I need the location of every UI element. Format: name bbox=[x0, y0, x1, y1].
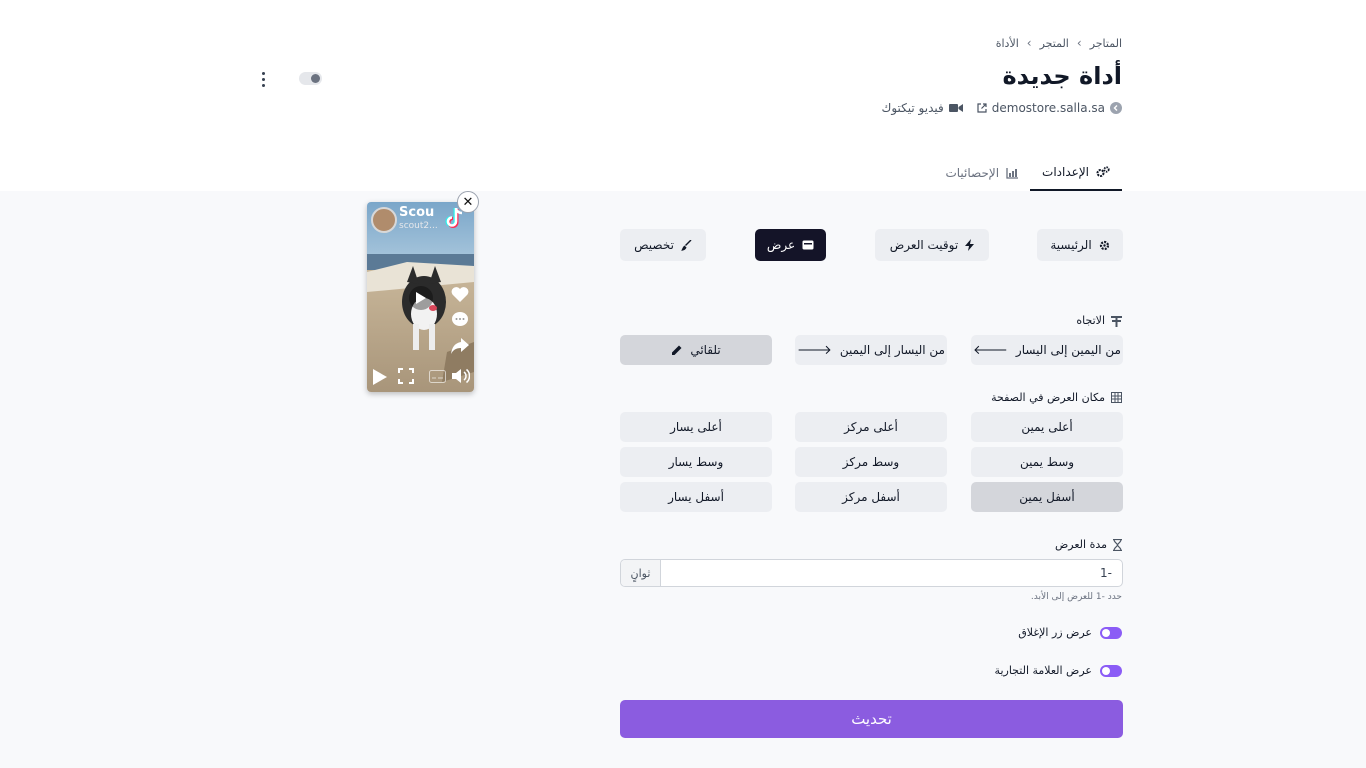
position-top-left[interactable]: أعلى يسار bbox=[620, 412, 772, 442]
breadcrumb-item-tool: الأداة bbox=[995, 36, 1019, 50]
tab-settings-label: الإعدادات bbox=[1042, 165, 1089, 179]
page-title: أداة جديدة bbox=[1002, 62, 1123, 90]
position-mid-center-label: وسط مركز bbox=[842, 455, 900, 469]
video-type-label: فيديو تيكتوك bbox=[881, 101, 944, 115]
direction-rtl-option[interactable]: من اليمين إلى اليسار 🡐 bbox=[971, 335, 1123, 365]
position-bottom-right[interactable]: أسفل يمين bbox=[971, 482, 1123, 512]
direction-label: الاتجاه bbox=[1076, 314, 1122, 327]
direction-auto-label: تلقائي bbox=[690, 343, 721, 357]
chevron-left-icon: › bbox=[1026, 36, 1032, 50]
position-bottom-center-label: أسفل مركز bbox=[842, 490, 900, 504]
store-link-text: demostore.salla.sa bbox=[991, 101, 1105, 115]
main-section-button[interactable]: الرئيسية bbox=[1037, 229, 1123, 261]
direction-auto-option[interactable]: تلقائي bbox=[620, 335, 772, 365]
tab-statistics-label: الإحصائيات bbox=[945, 166, 1000, 180]
duration-hint: حدد -1 للعرض إلى الأبد. bbox=[1030, 592, 1122, 602]
customize-section-label: تخصيص bbox=[634, 238, 674, 252]
chevron-left-icon: › bbox=[1076, 36, 1082, 50]
play-icon[interactable] bbox=[373, 369, 387, 385]
play-center-icon[interactable] bbox=[409, 286, 433, 310]
duration-unit: ثوانٍ bbox=[621, 560, 661, 586]
customize-section-button[interactable]: تخصيص bbox=[620, 229, 706, 261]
chart-icon bbox=[1006, 167, 1019, 179]
position-label: مكان العرض في الصفحة bbox=[991, 391, 1122, 404]
status-toggle[interactable] bbox=[299, 72, 322, 85]
hourglass-icon bbox=[1113, 538, 1122, 551]
video-type: فيديو تيكتوك bbox=[881, 101, 963, 115]
share-icon[interactable] bbox=[451, 338, 469, 354]
close-button-toggle-label: عرض زر الإغلاق bbox=[1018, 626, 1092, 639]
position-mid-center[interactable]: وسط مركز bbox=[795, 447, 947, 477]
kebab-menu-icon[interactable] bbox=[256, 70, 270, 88]
fullscreen-icon[interactable] bbox=[398, 368, 414, 384]
video-preview[interactable]: Scou scout2... bbox=[367, 202, 474, 392]
tab-statistics[interactable]: الإحصائيات bbox=[933, 155, 1030, 191]
comment-icon[interactable] bbox=[451, 312, 469, 328]
position-bottom-left[interactable]: أسفل يسار bbox=[620, 482, 772, 512]
bolt-icon bbox=[965, 239, 975, 251]
grid-icon bbox=[1111, 392, 1122, 403]
preview-username: Scou bbox=[399, 205, 435, 220]
content-area bbox=[0, 191, 1366, 768]
external-link-icon bbox=[977, 103, 987, 113]
display-section-button[interactable]: عرض bbox=[755, 229, 826, 261]
position-mid-right-label: وسط يمين bbox=[1019, 455, 1075, 469]
signpost-icon bbox=[1111, 315, 1122, 327]
close-icon[interactable]: ✕ bbox=[457, 191, 479, 213]
direction-rtl-label: من اليمين إلى اليسار bbox=[1015, 343, 1121, 357]
meta-row: demostore.salla.sa فيديو تيكتوك bbox=[881, 101, 1122, 115]
duration-field: ثوانٍ bbox=[620, 559, 1123, 587]
arrow-right-icon: 🡒 bbox=[797, 343, 832, 358]
position-top-right[interactable]: أعلى يمين bbox=[971, 412, 1123, 442]
breadcrumb: المتاجر › المتجر › الأداة bbox=[996, 36, 1122, 50]
branding-toggle-label: عرض العلامة التجارية bbox=[994, 664, 1092, 677]
update-button[interactable]: تحديث bbox=[620, 700, 1123, 738]
position-top-center-label: أعلى مركز bbox=[844, 420, 898, 434]
duration-label-text: مدة العرض bbox=[1054, 538, 1107, 551]
gear-icon bbox=[1099, 240, 1109, 250]
timing-section-label: توقيت العرض bbox=[889, 238, 959, 252]
position-mid-left-label: وسط يسار bbox=[668, 455, 724, 469]
close-button-toggle-row: عرض زر الإغلاق bbox=[1018, 626, 1122, 639]
brush-icon bbox=[680, 239, 692, 251]
position-mid-left[interactable]: وسط يسار bbox=[620, 447, 772, 477]
preview-handle: scout2... bbox=[399, 221, 438, 231]
branding-toggle-row: عرض العلامة التجارية bbox=[995, 664, 1122, 677]
captions-icon[interactable] bbox=[429, 370, 446, 383]
video-camera-icon bbox=[948, 104, 963, 112]
position-bottom-right-label: أسفل يمين bbox=[1019, 490, 1075, 504]
tab-settings[interactable]: الإعدادات bbox=[1030, 155, 1122, 191]
heart-icon[interactable] bbox=[451, 286, 469, 302]
timing-section-button[interactable]: توقيت العرض bbox=[875, 229, 989, 261]
store-link[interactable]: demostore.salla.sa bbox=[977, 101, 1122, 115]
direction-ltr-label: من اليسار إلى اليمين bbox=[839, 343, 945, 357]
arrow-left-icon: 🡐 bbox=[973, 343, 1008, 358]
position-bottom-left-label: أسفل يسار bbox=[668, 490, 724, 504]
duration-label: مدة العرض bbox=[1055, 538, 1122, 551]
avatar bbox=[371, 207, 397, 233]
breadcrumb-item-store[interactable]: المتجر bbox=[1040, 37, 1069, 50]
close-button-toggle[interactable] bbox=[1100, 626, 1122, 639]
position-top-right-label: أعلى يمين bbox=[1021, 420, 1073, 434]
position-mid-right[interactable]: وسط يمين bbox=[971, 447, 1123, 477]
direction-label-text: الاتجاه bbox=[1076, 314, 1105, 327]
branding-toggle[interactable] bbox=[1100, 664, 1122, 677]
position-top-left-label: أعلى يسار bbox=[670, 420, 722, 434]
position-bottom-center[interactable]: أسفل مركز bbox=[795, 482, 947, 512]
volume-icon[interactable] bbox=[452, 368, 470, 384]
tabs: الإعدادات الإحصائيات bbox=[933, 155, 1122, 191]
header-area bbox=[0, 0, 1366, 191]
display-section-label: عرض bbox=[766, 238, 796, 252]
window-icon bbox=[802, 240, 814, 250]
main-section-label: الرئيسية bbox=[1050, 238, 1092, 252]
duration-input[interactable] bbox=[661, 560, 1122, 586]
back-circle-icon bbox=[1110, 102, 1122, 114]
direction-ltr-option[interactable]: من اليسار إلى اليمين 🡒 bbox=[795, 335, 947, 365]
pencil-icon bbox=[672, 345, 682, 355]
section-nav: الرئيسية توقيت العرض عرض تخصيص bbox=[620, 229, 1123, 261]
position-label-text: مكان العرض في الصفحة bbox=[991, 391, 1105, 404]
gears-icon bbox=[1096, 166, 1110, 177]
position-top-center[interactable]: أعلى مركز bbox=[795, 412, 947, 442]
breadcrumb-item-stores[interactable]: المتاجر bbox=[1090, 37, 1122, 50]
